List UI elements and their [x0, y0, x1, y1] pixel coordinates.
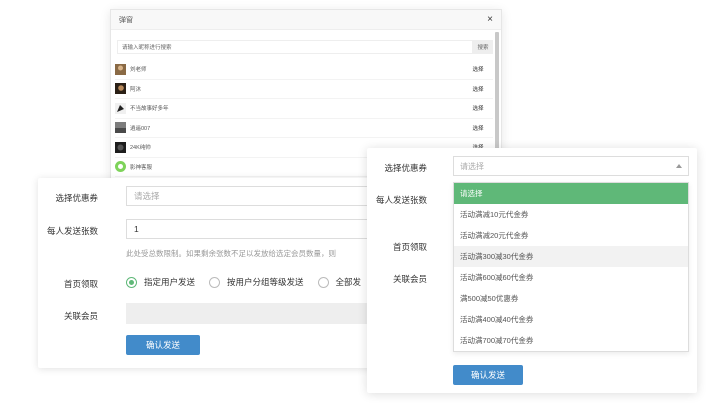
radio-unchecked-icon — [209, 276, 221, 288]
user-name: 逍遥007 — [130, 125, 151, 132]
radio-unchecked-icon — [317, 276, 329, 288]
radio-label: 指定用户发送 — [144, 277, 196, 287]
dropdown-option[interactable]: 请选择 — [454, 183, 688, 204]
avatar — [115, 102, 126, 114]
radio-checked-icon — [126, 276, 137, 288]
confirm-send-button[interactable]: 确认发送 — [453, 365, 523, 385]
dropdown-option[interactable]: 活动满700减70代金券 — [454, 330, 688, 351]
user-search-bar: 请输入昵称进行搜索 搜索 — [117, 40, 493, 54]
coupon-send-form-dropdown: 选择优惠券 请选择 每人发送张数 首页领取 关联会员 请选择 活动满减10元代金… — [367, 148, 697, 393]
radio-by-group-level[interactable]: 按用户分组等级发送 — [209, 276, 304, 288]
select-user-button[interactable]: 选择 — [463, 85, 493, 93]
count-hint-text: 此处受总数限制。如果剩余张数不足以发放给选定会员数量，则 — [126, 249, 336, 258]
user-row: 不当故事好多年 选择 — [115, 99, 493, 119]
dropdown-option[interactable]: 活动满减20元代金券 — [454, 225, 688, 246]
coupon-select[interactable]: 请选择 — [126, 186, 386, 206]
per-person-count-input[interactable]: 1 — [126, 219, 386, 239]
send-mode-radio-group: 指定用户发送 按用户分组等级发送 全部发 — [126, 276, 375, 288]
home-claim-label: 首页领取 — [392, 242, 427, 252]
avatar — [115, 161, 126, 173]
select-user-button[interactable]: 选择 — [463, 65, 493, 73]
user-search-input[interactable]: 请输入昵称进行搜索 — [117, 40, 473, 54]
avatar — [115, 83, 126, 95]
related-member-label: 关联会员 — [63, 311, 98, 321]
coupon-send-form: 选择优惠券 请选择 每人发送张数 1 此处受总数限制。如果剩余张数不足以发放给选… — [38, 178, 418, 368]
dropdown-option[interactable]: 活动满减10元代金券 — [454, 204, 688, 225]
coupon-label: 选择优惠券 — [384, 163, 427, 173]
radio-specified-users[interactable]: 指定用户发送 — [126, 276, 195, 288]
avatar — [115, 141, 126, 153]
confirm-send-button[interactable]: 确认发送 — [126, 335, 200, 355]
dropdown-option[interactable]: 活动满400减40代金券 — [454, 309, 688, 330]
radio-label: 按用户分组等级发送 — [227, 277, 304, 287]
select-user-button[interactable]: 选择 — [463, 124, 493, 132]
related-member-label: 关联会员 — [392, 274, 427, 284]
coupon-dropdown-list: 请选择 活动满减10元代金券 活动满减20元代金券 活动满300减30代金券 活… — [453, 182, 689, 352]
user-name: 不当故事好多年 — [130, 106, 169, 113]
per-person-count-label: 每人发送张数 — [375, 195, 427, 205]
dropdown-option[interactable]: 满500减50优惠券 — [454, 288, 688, 309]
avatar — [115, 63, 126, 75]
user-row: 刘老师 选择 — [115, 60, 493, 80]
radio-label: 全部发 — [335, 277, 362, 287]
coupon-select[interactable]: 请选择 — [453, 156, 689, 176]
user-row: 逍遥007 选择 — [115, 119, 493, 138]
per-person-count-label: 每人发送张数 — [46, 226, 98, 236]
user-name: 刘老师 — [130, 67, 147, 74]
select-user-button[interactable]: 选择 — [463, 104, 493, 112]
coupon-label: 选择优惠券 — [55, 193, 98, 203]
related-member-field[interactable] — [126, 303, 396, 324]
caret-up-icon — [676, 164, 682, 168]
coupon-select-value: 请选择 — [460, 161, 484, 171]
modal-header: 弹窗 × — [111, 10, 501, 30]
dropdown-option[interactable]: 活动满600减60代金券 — [454, 267, 688, 288]
dropdown-option[interactable]: 活动满300减30代金券 — [454, 246, 688, 267]
home-claim-label: 首页领取 — [63, 279, 98, 289]
user-row: 阿沐 选择 — [115, 80, 493, 99]
modal-title: 弹窗 — [119, 16, 133, 24]
close-icon[interactable]: × — [487, 14, 493, 25]
user-search-button[interactable]: 搜索 — [473, 40, 493, 54]
user-name: 阿沐 — [130, 86, 142, 93]
avatar — [115, 122, 126, 134]
radio-send-all[interactable]: 全部发 — [317, 276, 362, 288]
